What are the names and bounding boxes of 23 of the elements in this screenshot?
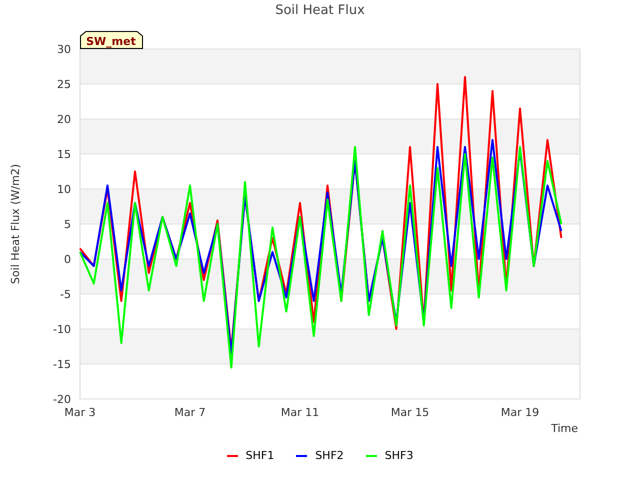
y-tick-label: 30 [57, 43, 71, 56]
x-tick-label: Mar 19 [500, 406, 540, 419]
y-tick-label: -10 [53, 323, 71, 336]
y-tick-label: 5 [64, 218, 71, 231]
y-tick-label: 15 [57, 148, 71, 161]
x-tick-label: Mar 15 [390, 406, 430, 419]
x-tick-label: Mar 11 [280, 406, 320, 419]
y-tick-label: 0 [64, 253, 71, 266]
legend-label: SHF1 [246, 449, 274, 462]
x-tick-label: Mar 7 [174, 406, 206, 419]
site-badge: SW_met [80, 31, 143, 49]
y-tick-label: 25 [57, 78, 71, 91]
legend-label: SHF2 [315, 449, 344, 462]
chart-title: Soil Heat Flux [275, 3, 365, 20]
y-axis-title: Soil Heat Flux (W/m2) [9, 164, 22, 284]
y-tick-label: -20 [53, 393, 71, 406]
y-tick-label: -5 [60, 288, 71, 301]
legend-label: SHF3 [384, 449, 414, 462]
y-tick-label: -15 [53, 358, 71, 371]
y-tick-label: 20 [57, 113, 71, 126]
x-tick-label: Mar 3 [64, 406, 96, 419]
x-axis-title: Time [551, 422, 578, 435]
y-tick-label: 10 [57, 183, 71, 196]
